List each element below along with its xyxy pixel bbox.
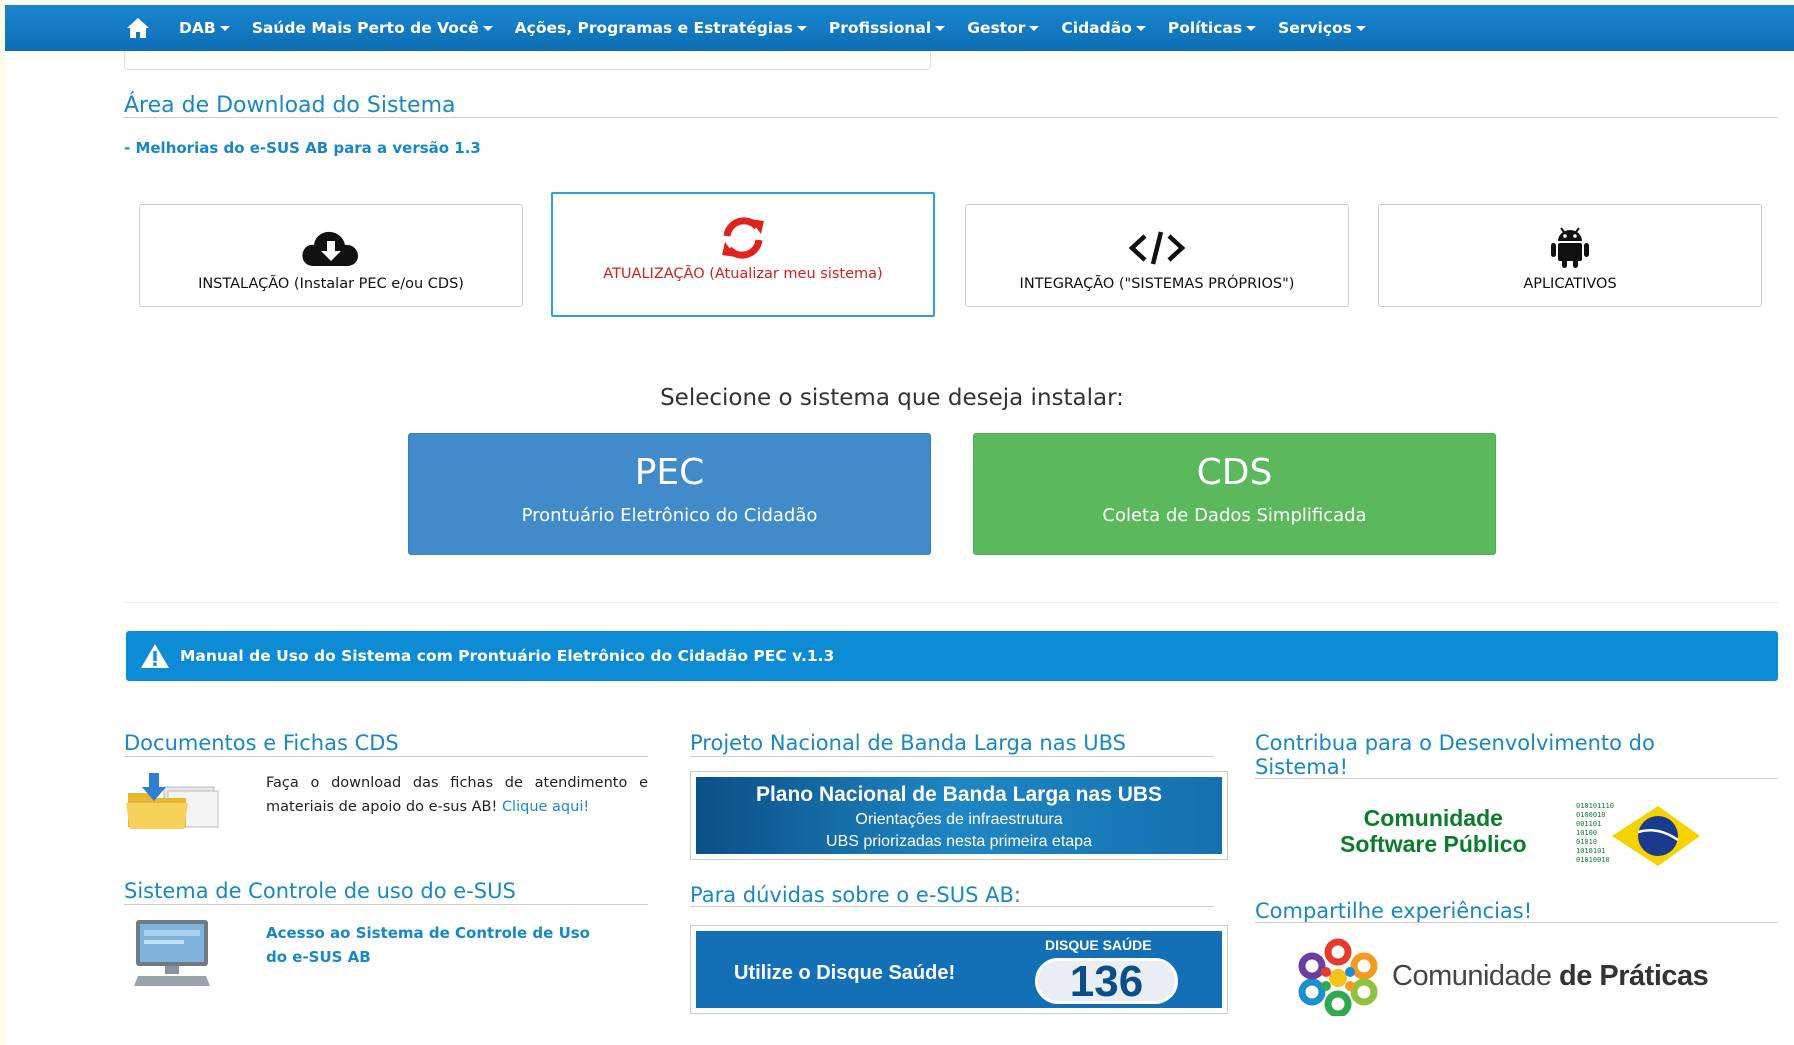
- svg-text:01010: 01010: [1576, 838, 1597, 846]
- top-navbar: DAB Saúde Mais Perto de Você Ações, Prog…: [5, 5, 1794, 51]
- caret-down-icon: [1135, 25, 1146, 31]
- software-publico-logo[interactable]: Comunidade Software Público: [1340, 805, 1527, 857]
- divider: [1255, 778, 1778, 779]
- pec-subtitle: Prontuário Eletrônico do Cidadão: [521, 505, 818, 526]
- broadband-banner[interactable]: Plano Nacional de Banda Larga nas UBS Or…: [690, 771, 1228, 860]
- divider: [124, 117, 1778, 118]
- caret-down-icon: [935, 25, 946, 31]
- control-link[interactable]: Acesso ao Sistema de Controle de Uso do …: [266, 921, 606, 969]
- broadband-banner-line1: Orientações de infraestrutura: [855, 811, 1063, 828]
- page-edge: [0, 0, 5, 1045]
- card-label: INSTALAÇÃO (Instalar PEC e/ou CDS): [198, 276, 464, 292]
- broadband-banner-line2: UBS priorizadas nesta primeira etapa: [826, 833, 1092, 850]
- cds-subtitle: Coleta de Dados Simplificada: [1102, 505, 1367, 526]
- download-area-title: Área de Download do Sistema: [124, 93, 456, 118]
- caret-down-icon: [219, 25, 230, 31]
- svg-text:10100: 10100: [1576, 829, 1597, 837]
- comunidade-praticas-logo[interactable]: Comunidade de Práticas: [1392, 960, 1709, 993]
- divider: [124, 756, 648, 757]
- caret-down-icon: [1355, 25, 1366, 31]
- svg-text:01010010: 01010010: [1576, 856, 1610, 864]
- card-label: APLICATIVOS: [1523, 276, 1617, 292]
- refresh-icon: [719, 217, 767, 259]
- nav-item-label: Profissional: [828, 19, 932, 37]
- svg-text:1010101: 1010101: [1576, 847, 1606, 855]
- documents-title: Documentos e Fichas CDS: [124, 731, 399, 755]
- apps-card[interactable]: APLICATIVOS: [1378, 204, 1762, 307]
- logo-line-2: Software Público: [1340, 831, 1527, 857]
- nav-item-profissional[interactable]: Profissional: [828, 19, 946, 37]
- home-icon[interactable]: [125, 15, 151, 41]
- android-icon: [1548, 227, 1592, 268]
- manual-link-bar[interactable]: Manual de Uso do Sistema com Prontuário …: [126, 631, 1778, 681]
- disque-saude-banner[interactable]: Utilize o Disque Saúde! DISQUE SAÚDE 136: [690, 925, 1228, 1014]
- nav-item-label: Cidadão: [1061, 19, 1132, 37]
- svg-text:0100010: 0100010: [1576, 811, 1606, 819]
- caret-down-icon: [1246, 25, 1257, 31]
- divider: [124, 602, 1778, 603]
- nav-item-label: Ações, Programas e Estratégias: [514, 19, 793, 37]
- panel-remnant: [124, 51, 931, 70]
- caret-down-icon: [1029, 25, 1040, 31]
- svg-text:010101110: 010101110: [1576, 802, 1614, 810]
- broadband-banner-title: Plano Nacional de Banda Larga nas UBS: [755, 783, 1163, 806]
- cloud-download-icon: [300, 228, 362, 268]
- nav-item-saude[interactable]: Saúde Mais Perto de Você: [252, 19, 493, 37]
- logo-line-1: Comunidade: [1363, 805, 1503, 831]
- nav-item-cidadao[interactable]: Cidadão: [1061, 19, 1146, 37]
- divider: [690, 756, 1214, 757]
- cds-title: CDS: [1196, 452, 1273, 493]
- divider: [1255, 922, 1778, 923]
- nav-item-label: DAB: [179, 19, 216, 37]
- logo-text-bold: de Práticas: [1559, 960, 1709, 992]
- documents-description: Faça o download das fichas de atendiment…: [266, 775, 648, 815]
- doubts-title: Para dúvidas sobre o e-SUS AB:: [690, 883, 1021, 907]
- broadband-title: Projeto Nacional de Banda Larga nas UBS: [690, 731, 1126, 755]
- comunidade-praticas-logo-icon: [1298, 938, 1378, 1016]
- share-title: Compartilhe experiências!: [1255, 899, 1533, 923]
- card-label: ATUALIZAÇÃO (Atualizar meu sistema): [603, 266, 883, 282]
- nav-item-label: Serviços: [1278, 19, 1352, 37]
- documents-text: Faça o download das fichas de atendiment…: [266, 771, 648, 819]
- pec-title: PEC: [634, 452, 705, 493]
- pec-button[interactable]: PEC Prontuário Eletrônico do Cidadão: [408, 433, 931, 555]
- integration-card[interactable]: INTEGRAÇÃO ("SISTEMAS PRÓPRIOS"): [965, 204, 1349, 307]
- nav-item-dab[interactable]: DAB: [179, 19, 230, 37]
- svg-text:001101: 001101: [1576, 820, 1601, 828]
- install-card[interactable]: INSTALAÇÃO (Instalar PEC e/ou CDS): [139, 204, 523, 307]
- caret-down-icon: [482, 25, 493, 31]
- nav-item-gestor[interactable]: Gestor: [967, 19, 1040, 37]
- disque-saude-banner-inner: Utilize o Disque Saúde! DISQUE SAÚDE 136: [696, 931, 1222, 1008]
- improvements-link[interactable]: - Melhorias do e-SUS AB para a versão 1.…: [124, 139, 481, 157]
- folder-download-icon: [126, 773, 219, 829]
- warning-icon: [141, 644, 169, 668]
- divider: [690, 906, 1214, 907]
- logo-text-regular: Comunidade: [1392, 960, 1559, 992]
- nav-item-label: Saúde Mais Perto de Você: [251, 19, 479, 37]
- nav-item-label: Gestor: [967, 19, 1026, 37]
- update-card[interactable]: ATUALIZAÇÃO (Atualizar meu sistema): [551, 192, 935, 317]
- control-title: Sistema de Controle de uso do e-SUS: [124, 879, 516, 903]
- broadband-banner-inner: Plano Nacional de Banda Larga nas UBS Or…: [696, 777, 1222, 854]
- code-icon: [1127, 228, 1187, 268]
- select-prompt-text: Selecione o sistema que deseja instalar:: [660, 385, 1124, 411]
- disque-saude-text: Utilize o Disque Saúde!: [734, 962, 956, 984]
- divider: [124, 904, 648, 905]
- brazil-flag-icon: 0101011100100010001101 10100010101010101…: [1576, 802, 1700, 866]
- documents-link[interactable]: Clique aqui!: [502, 799, 589, 815]
- computer-icon: [134, 920, 210, 986]
- card-label: INTEGRAÇÃO ("SISTEMAS PRÓPRIOS"): [1019, 276, 1295, 292]
- nav-item-label: Políticas: [1167, 19, 1243, 37]
- caret-down-icon: [796, 25, 807, 31]
- nav-item-acoes[interactable]: Ações, Programas e Estratégias: [515, 19, 807, 37]
- cds-button[interactable]: CDS Coleta de Dados Simplificada: [973, 433, 1496, 555]
- disque-saude-number: 136: [1035, 958, 1178, 1004]
- contribute-title: Contribua para o Desenvolvimento do Sist…: [1255, 731, 1655, 779]
- nav-item-politicas[interactable]: Políticas: [1167, 19, 1257, 37]
- nav-item-servicos[interactable]: Serviços: [1278, 19, 1366, 37]
- select-system-prompt: Selecione o sistema que deseja instalar:: [0, 385, 1794, 411]
- disque-saude-label: DISQUE SAÚDE: [1045, 937, 1152, 953]
- manual-link-text: Manual de Uso do Sistema com Prontuário …: [180, 647, 835, 665]
